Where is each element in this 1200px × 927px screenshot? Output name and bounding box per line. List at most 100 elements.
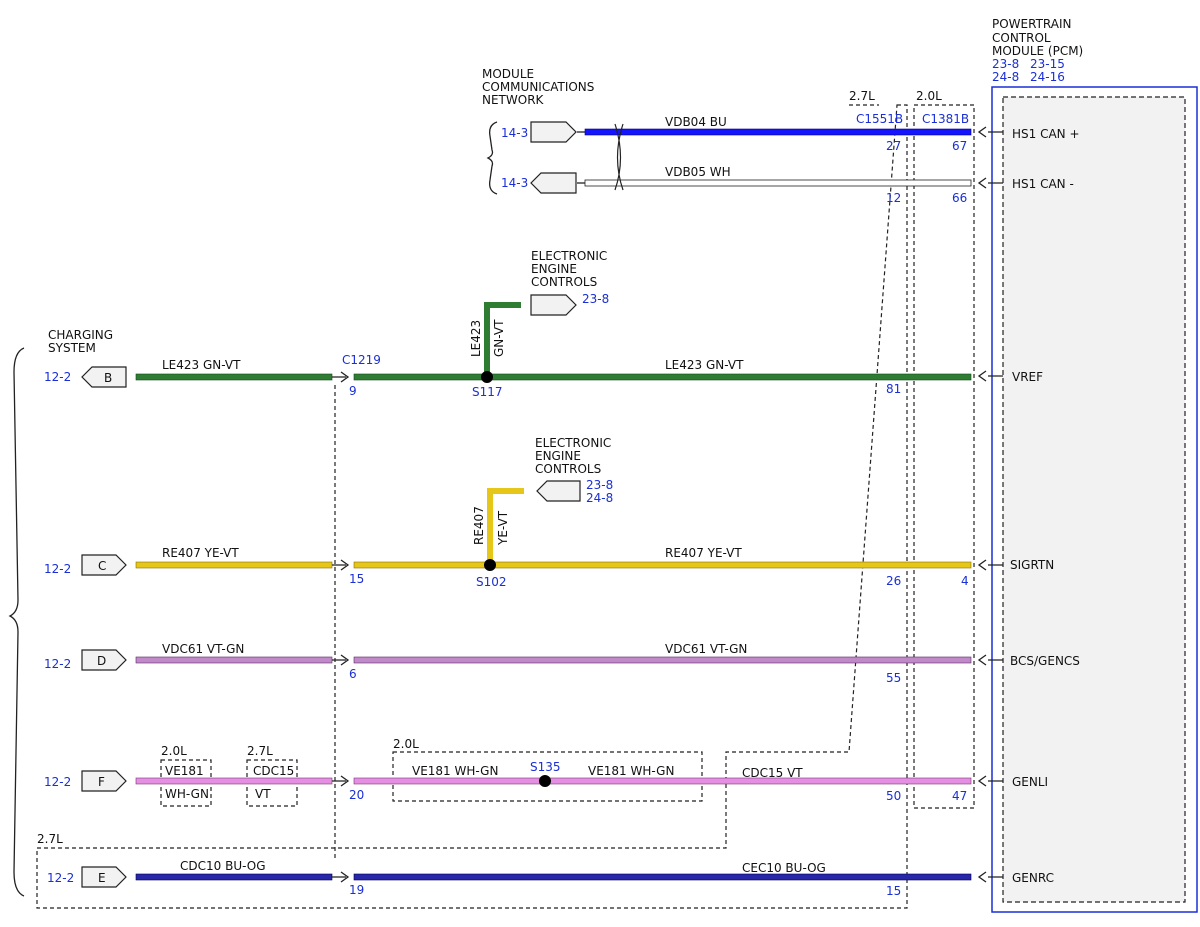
eec2-title-3: CONTROLS xyxy=(535,462,601,476)
wire-genrc-right-label: CEC10 BU-OG xyxy=(742,861,826,875)
c1551b-pin-12: 12 xyxy=(886,191,901,205)
eec2-ref-2: 24-8 xyxy=(586,491,613,505)
mcn-ref-2: 14-3 xyxy=(501,176,528,190)
eec2-title-2: ENGINE xyxy=(535,449,581,463)
wire-sigrtn-branch-circuit: RE407 xyxy=(472,506,486,545)
source-e-ref: 12-2 xyxy=(47,871,74,885)
pcm-pin-bcs-gencs: BCS/GENCS xyxy=(1010,654,1080,668)
pcm-pin-markers xyxy=(977,126,1003,883)
ve181-box-engine-label: 2.0L xyxy=(161,744,187,758)
pcm-pin-sigrtn: SIGRTN xyxy=(1010,558,1054,572)
c1381b-pin-47: 47 xyxy=(952,789,967,803)
mcn-title-3: NETWORK xyxy=(482,93,545,107)
eec1-title-1: ELECTRONIC xyxy=(531,249,607,263)
c1381b-pin-66: 66 xyxy=(952,191,967,205)
wire-genli-right-line xyxy=(353,777,972,785)
c1551b-pin-15: 15 xyxy=(886,884,901,898)
splice-s135 xyxy=(539,775,551,787)
cdc15-box-circuit: CDC15 xyxy=(253,764,294,778)
eec1-title-3: CONTROLS xyxy=(531,275,597,289)
mcn-brace xyxy=(486,121,498,195)
source-d-ref: 12-2 xyxy=(44,657,71,671)
variant-boxes: 2.7L 2.0L 2.0L 2.0L 2.7L 2.7L xyxy=(36,89,975,909)
connector-c1551b-label: C1551B xyxy=(856,112,903,126)
wire-genli-left-line xyxy=(135,777,333,785)
connector-c1381b-label: C1381B xyxy=(922,112,969,126)
wire-can-plus-line xyxy=(584,128,972,136)
c1551b-engine-label: 2.7L xyxy=(849,89,875,103)
c1381b-engine-label: 2.0L xyxy=(916,89,942,103)
cdc10-box-engine-label: 2.7L xyxy=(37,832,63,846)
c1219-pin-15: 15 xyxy=(349,572,364,586)
source-d-letter: D xyxy=(97,654,106,668)
ve181-box-color: WH-GN xyxy=(165,787,209,801)
wire-genli-right-label: CDC15 VT xyxy=(742,766,803,780)
pcm-title-2: CONTROL xyxy=(992,31,1051,45)
pcm-pin-vref: VREF xyxy=(1012,370,1043,384)
pcm-module: POWERTRAIN CONTROL MODULE (PCM) 23-8 23-… xyxy=(977,17,1198,913)
module-communications-network: MODULE COMMUNICATIONS NETWORK 14-3 14-3 xyxy=(482,67,594,195)
connector-c1219-label: C1219 xyxy=(342,353,381,367)
source-c-ref: 12-2 xyxy=(44,562,71,576)
source-f-ref: 12-2 xyxy=(44,775,71,789)
c1219-pin-20: 20 xyxy=(349,788,364,802)
charging-brace xyxy=(8,347,25,897)
mcn-title-2: COMMUNICATIONS xyxy=(482,80,594,94)
source-e-letter: E xyxy=(98,871,106,885)
wire-can-plus: VDB04 BU xyxy=(577,115,972,136)
pcm-ref-1: 23-8 xyxy=(992,57,1019,71)
wire-vref-branch-color: GN-VT xyxy=(492,319,506,357)
c1219-pin-6: 6 xyxy=(349,667,357,681)
c1551b-pin-27: 27 xyxy=(886,139,901,153)
c1381b-pin-67: 67 xyxy=(952,139,967,153)
source-b-ref: 12-2 xyxy=(44,370,71,384)
wire-vref-right-label: LE423 GN-VT xyxy=(665,358,744,372)
ve181-box-circuit: VE181 xyxy=(165,764,204,778)
wire-gencs-left-line xyxy=(135,656,333,664)
pcm-title-3: MODULE (PCM) xyxy=(992,44,1083,58)
row-genrc: 12-2 E CDC10 BU-OG 19 CEC10 BU-OG 15 xyxy=(47,859,972,898)
mcn-title-1: MODULE xyxy=(482,67,534,81)
splice-s135-label: S135 xyxy=(530,760,561,774)
wire-sigrtn-branch-color: YE-VT xyxy=(496,510,510,546)
wire-sigrtn-left-label: RE407 YE-VT xyxy=(162,546,239,560)
c1219-pin-9: 9 xyxy=(349,384,357,398)
wire-can-minus-label: VDB05 WH xyxy=(665,165,731,179)
eec1-ref: 23-8 xyxy=(582,292,609,306)
charging-title-2: SYSTEM xyxy=(48,341,96,355)
c1551b-pin-81: 81 xyxy=(886,382,901,396)
eec1-connector xyxy=(530,294,577,316)
c1381b-pin-4: 4 xyxy=(961,574,969,588)
wire-genli-mid-left-label: VE181 WH-GN xyxy=(412,764,498,778)
pcm-ref-2: 23-15 xyxy=(1030,57,1065,71)
mcn-minus-connector xyxy=(530,172,577,194)
wire-genrc-left-line xyxy=(135,873,333,881)
row-vref: 12-2 B LE423 GN-VT 9 LE423 GN-VT LE423 G… xyxy=(44,249,972,399)
wire-gencs-left-label: VDC61 VT-GN xyxy=(162,642,244,656)
wire-vref-left-line xyxy=(135,373,333,381)
wire-genrc-left-label: CDC10 BU-OG xyxy=(180,859,266,873)
c1381b-variant-box xyxy=(913,104,975,809)
wire-vref-branch-circuit: LE423 xyxy=(469,320,483,357)
wire-genrc-right-line xyxy=(353,873,972,881)
c1219-vref-pin xyxy=(332,371,350,383)
eec2-title-1: ELECTRONIC xyxy=(535,436,611,450)
c1219-pin-19: 19 xyxy=(349,883,364,897)
source-b-letter: B xyxy=(104,371,112,385)
wire-gencs-right-line xyxy=(353,656,972,664)
wire-can-plus-label: VDB04 BU xyxy=(665,115,727,129)
c1219-gencs-pin xyxy=(332,654,350,666)
wire-sigrtn-right-label: RE407 YE-VT xyxy=(665,546,742,560)
c1551b-pin-55: 55 xyxy=(886,671,901,685)
row-genli: 12-2 F VE181 WH-GN CDC15 VT 20 VE181 WH-… xyxy=(44,760,972,803)
eec1-title-2: ENGINE xyxy=(531,262,577,276)
wire-sigrtn-right-line xyxy=(353,561,972,569)
pcm-pin-hs1-can-plus: HS1 CAN + xyxy=(1012,127,1080,141)
wire-can-minus: VDB05 WH xyxy=(577,165,972,187)
pcm-title-1: POWERTRAIN xyxy=(992,17,1072,31)
wire-gencs-right-label: VDC61 VT-GN xyxy=(665,642,747,656)
splice-s102 xyxy=(484,559,496,571)
eec2-connector xyxy=(536,480,581,502)
mcn-plus-connector xyxy=(530,121,577,143)
wiring-diagram-canvas: POWERTRAIN CONTROL MODULE (PCM) 23-8 23-… xyxy=(8,17,1198,913)
